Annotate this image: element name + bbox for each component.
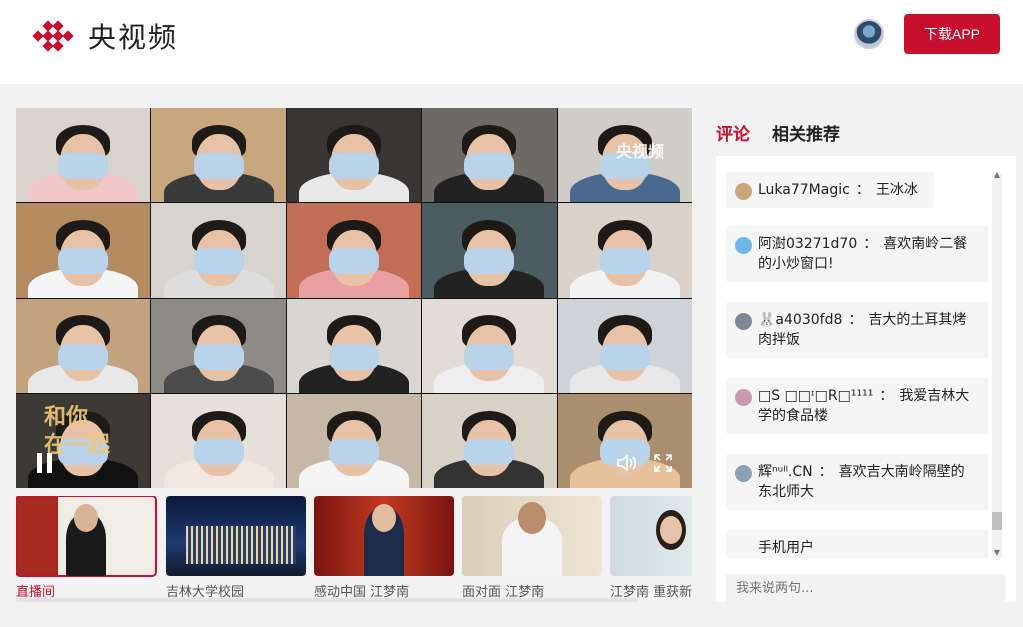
pause-icon[interactable] (36, 453, 54, 473)
comment-item: □S □□ᶦ□R□¹¹¹¹：我爱吉林大学的食品楼 (726, 378, 988, 434)
participant-tile (151, 203, 286, 298)
thumbnail-live-room[interactable]: 直播间 (16, 496, 157, 606)
brand-logo[interactable]: 央视频 (32, 16, 178, 56)
side-tabs: 评论 相关推荐 (716, 120, 840, 145)
participant-tile (557, 298, 692, 393)
participant-tile (286, 108, 422, 203)
video-player[interactable]: 央视频 和你 在一起 (16, 108, 692, 488)
comments-panel: Luka77Magic：王冰冰 阿澍03271d70：喜欢南岭二餐的小炒窗口! … (716, 156, 1016, 602)
scrollbar-thumb[interactable] (992, 512, 1002, 530)
participant-tile (151, 298, 286, 393)
comment-user: 辉ⁿᵘˡˡ.CN (758, 464, 813, 480)
user-avatar-icon (735, 389, 752, 406)
download-app-button[interactable]: 下载APP (904, 14, 1000, 54)
participant-tile (151, 393, 286, 488)
participant-tile (422, 203, 557, 298)
participant-tile (286, 203, 422, 298)
video-grid (16, 108, 692, 488)
logo-dots-icon (32, 20, 74, 52)
participant-tile (16, 203, 151, 298)
video-watermark: 央视频 (616, 142, 665, 161)
comment-text: 王冰冰 (875, 182, 918, 198)
comment-item: 手机用户 (726, 530, 988, 558)
tab-comments[interactable]: 评论 (716, 120, 750, 145)
comment-item: 🐰a4030fd8：吉大的土耳其烤肉拌饭 (726, 302, 988, 358)
video-thumbnail-list: 直播间 吉林大学校园 感动中国 江梦南 面对面 江梦南 江梦南 重获新 (16, 496, 692, 606)
brand-name: 央视频 (88, 21, 179, 54)
comment-item: Luka77Magic：王冰冰 (726, 172, 934, 208)
participant-tile (422, 393, 557, 488)
comment-user: 阿澍03271d70 (758, 236, 858, 252)
participant-tile (557, 393, 692, 488)
participant-tile (16, 108, 151, 203)
participant-tile (16, 298, 151, 393)
participant-tile (286, 393, 422, 488)
thumbnail-image (16, 496, 157, 577)
scroll-down-arrow-icon[interactable]: ▼ (992, 548, 1002, 558)
thumbnail-image (462, 496, 602, 576)
comment-item: 辉ⁿᵘˡˡ.CN：喜欢吉大南岭隔壁的东北师大 (726, 454, 988, 510)
comments-scrollbar[interactable] (992, 174, 1002, 558)
participant-tile (151, 108, 286, 203)
participant-tile (557, 203, 692, 298)
user-avatar[interactable] (854, 19, 884, 49)
thumbnail-regain[interactable]: 江梦南 重获新 (610, 496, 692, 606)
participant-tile (422, 298, 557, 393)
thumbnail-scrollbar[interactable] (16, 598, 638, 602)
fullscreen-icon[interactable] (654, 454, 672, 472)
thumbnail-face-to-face[interactable]: 面对面 江梦南 (462, 496, 602, 606)
comment-user: 手机用户 (758, 540, 814, 556)
participant-tile (286, 298, 422, 393)
thumbnail-jilin-campus[interactable]: 吉林大学校园 (166, 496, 306, 606)
top-header: 央视频 下载APP (0, 0, 1023, 84)
user-avatar-icon (735, 237, 752, 254)
thumbnail-image (166, 496, 306, 576)
user-avatar-icon (735, 465, 752, 482)
thumbnail-image (610, 496, 692, 576)
comment-user: □S □□ᶦ□R□¹¹¹¹ (758, 388, 874, 404)
video-slogan: 和你 在一起 (44, 404, 110, 460)
comment-input[interactable] (726, 574, 1006, 602)
volume-icon[interactable] (616, 454, 638, 472)
thumbnail-image (314, 496, 454, 576)
participant-tile (422, 108, 557, 203)
comment-user: Luka77Magic (758, 182, 850, 198)
slogan-line-1: 和你 (44, 405, 89, 430)
comment-user: 🐰a4030fd8 (758, 312, 843, 328)
comment-item: 阿澍03271d70：喜欢南岭二餐的小炒窗口! (726, 226, 988, 282)
thumbnail-touching-china[interactable]: 感动中国 江梦南 (314, 496, 454, 606)
user-avatar-icon (735, 183, 752, 200)
tab-related[interactable]: 相关推荐 (772, 120, 840, 145)
user-avatar-icon (735, 313, 752, 330)
scroll-up-arrow-icon[interactable]: ▲ (992, 170, 1002, 180)
